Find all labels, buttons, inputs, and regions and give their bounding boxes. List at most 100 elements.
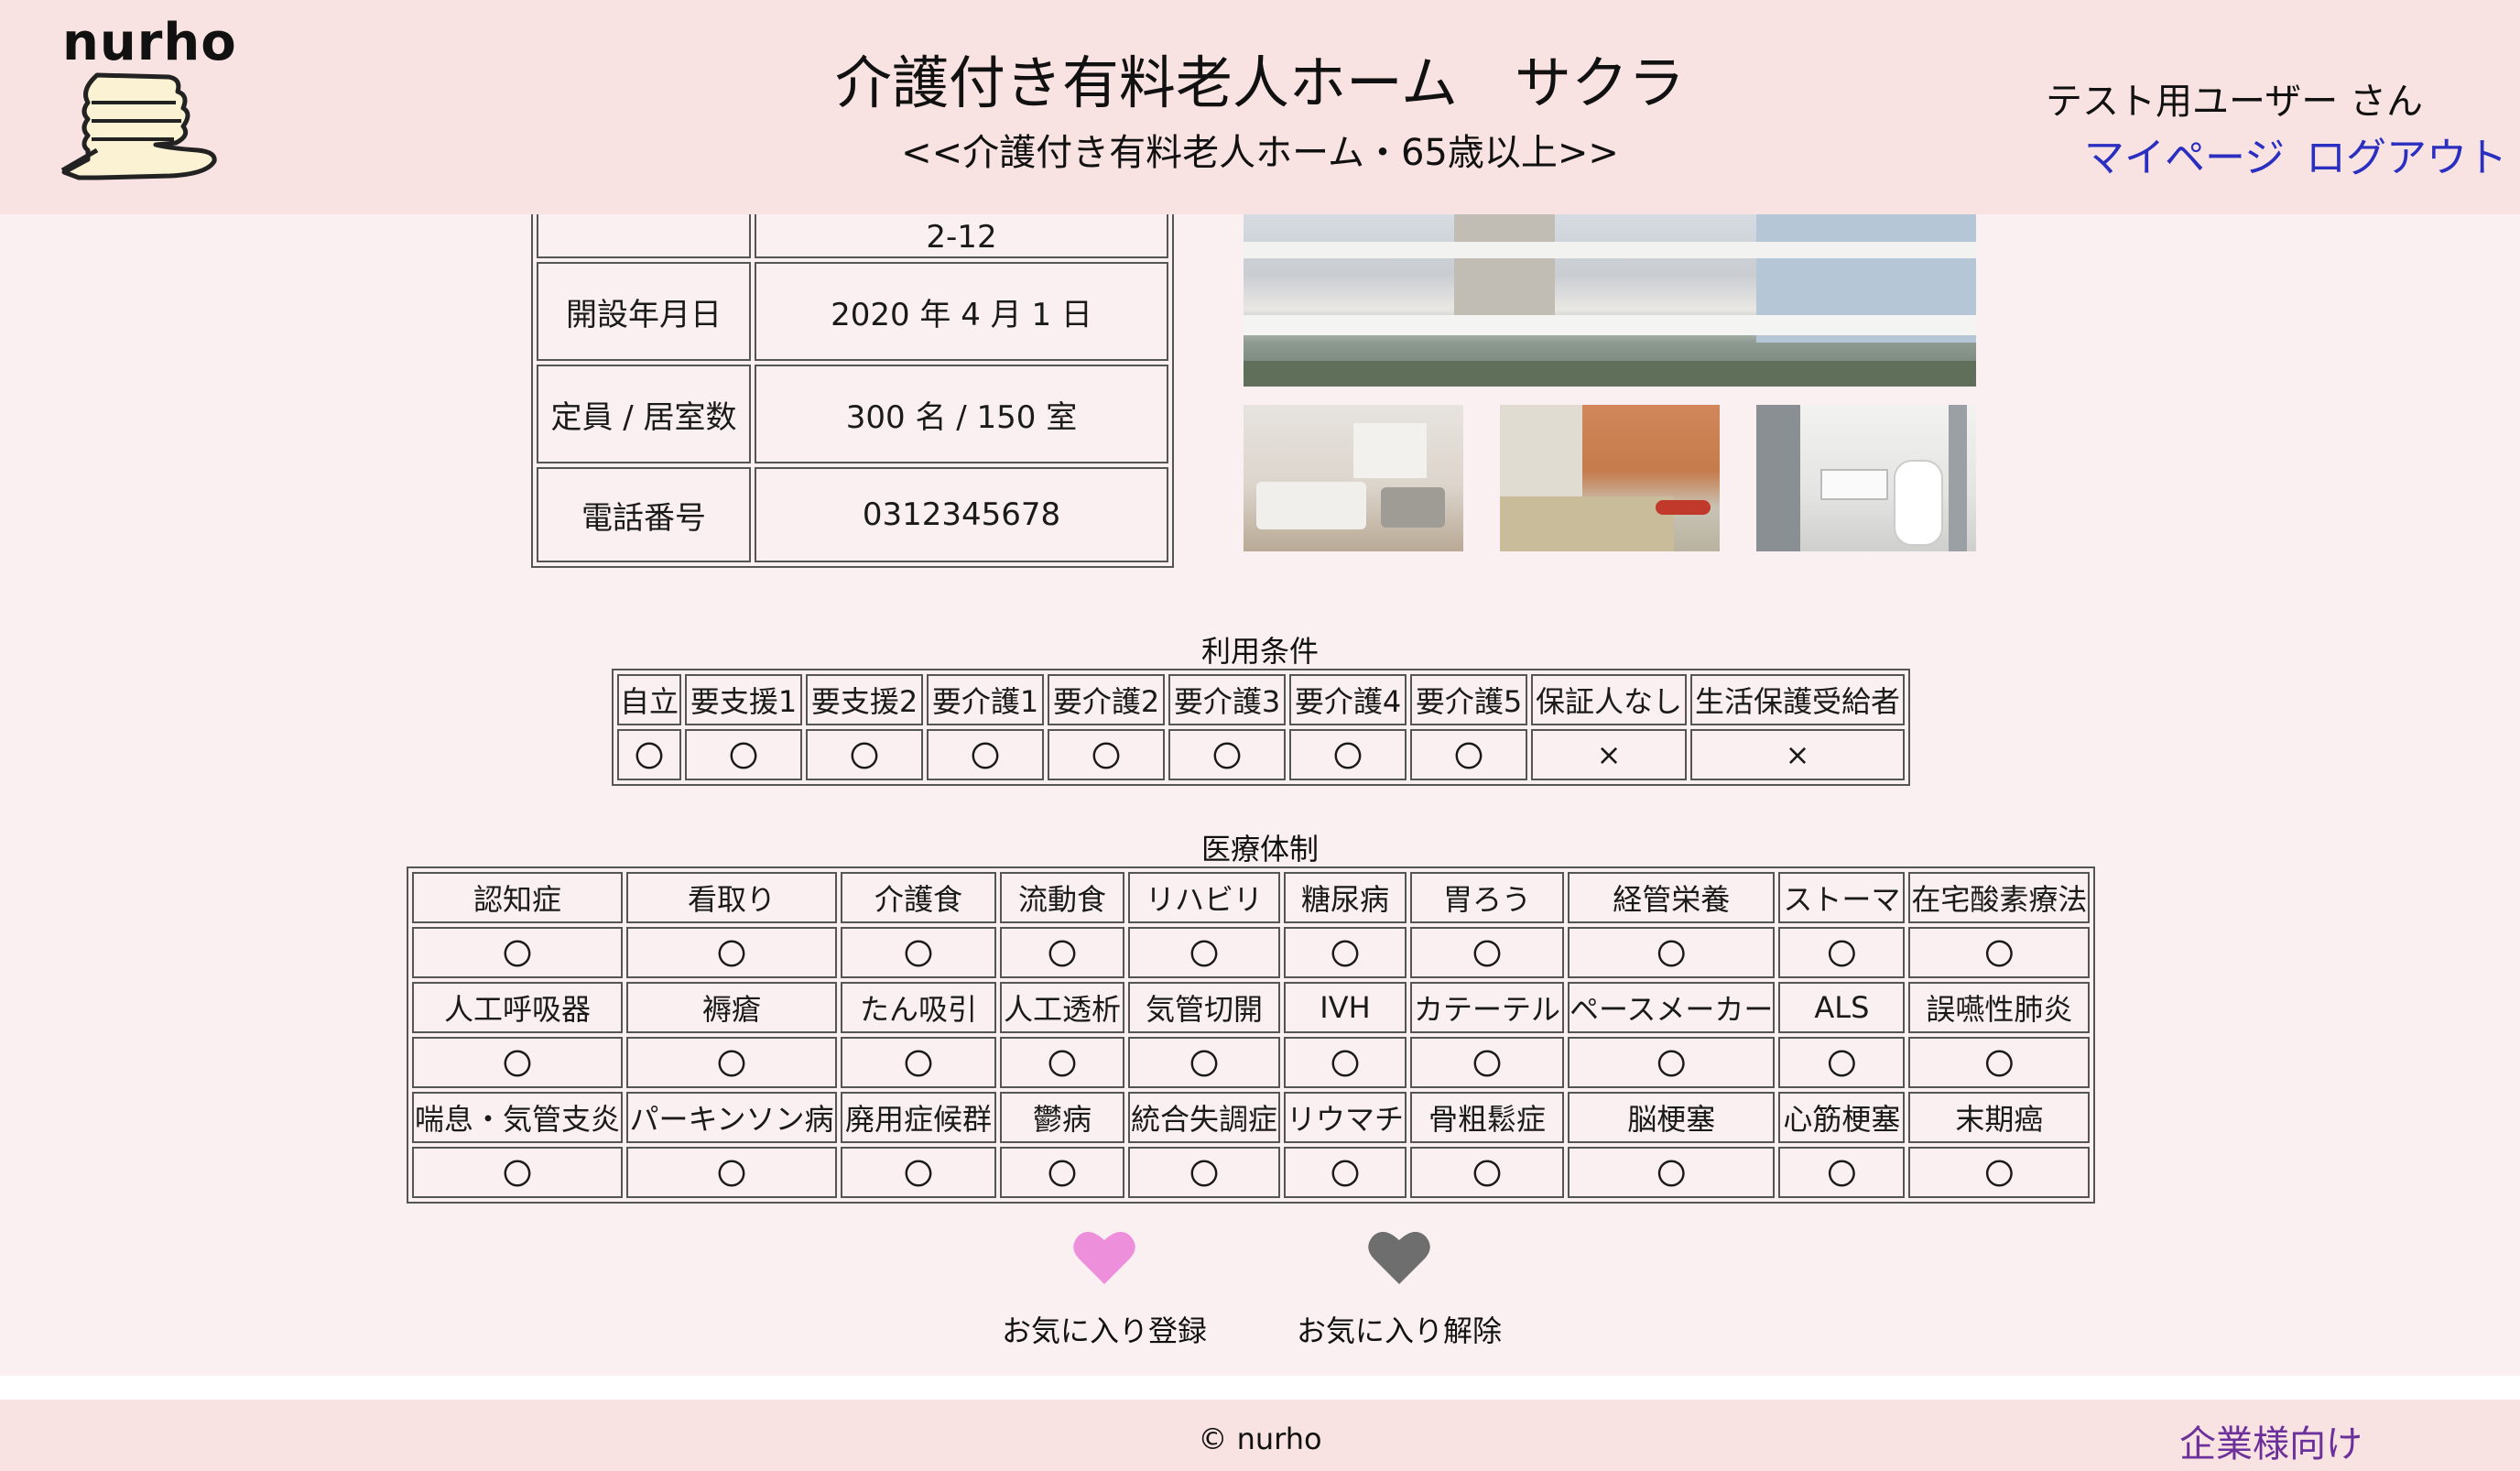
medical-value-cell: 〇	[412, 1037, 623, 1088]
medical-header-cell: 気管切開	[1128, 982, 1280, 1033]
usage-header-cell: 生活保護受給者	[1690, 674, 1905, 725]
medical-header-cell: 人工呼吸器	[412, 982, 623, 1033]
add-favorite-label: お気に入り登録	[1001, 1313, 1207, 1348]
info-value: 300 名 / 150 室	[755, 365, 1168, 463]
medical-value-cell: 〇	[626, 927, 837, 978]
medical-value-cell: 〇	[626, 1037, 837, 1088]
usage-value-cell: 〇	[685, 729, 802, 780]
medical-value-cell: 〇	[1568, 1147, 1776, 1198]
medical-header-cell: 褥瘡	[626, 982, 837, 1033]
medical-header-cell: 胃ろう	[1410, 872, 1564, 923]
medical-value-cell: 〇	[1908, 1147, 2091, 1198]
medical-header-cell: パーキンソン病	[626, 1092, 837, 1143]
usage-value-cell: 〇	[1048, 729, 1165, 780]
medical-header-cell: 統合失調症	[1128, 1092, 1280, 1143]
medical-header-cell: 流動食	[1000, 872, 1124, 923]
usage-value-cell: 〇	[1168, 729, 1286, 780]
info-row: 定員 / 居室数 300 名 / 150 室	[537, 365, 1168, 463]
medical-header-cell: 糖尿病	[1284, 872, 1407, 923]
usage-header-cell: 要支援1	[685, 674, 802, 725]
info-row: 開設年月日 2020 年 4 月 1 日	[537, 262, 1168, 361]
medical-header-cell: 骨粗鬆症	[1410, 1092, 1564, 1143]
toilet-photo[interactable]	[1756, 405, 1976, 551]
medical-system-table: 認知症 看取り 介護食 流動食 リハビリ 糖尿病 胃ろう 経管栄養 ストーマ 在…	[407, 866, 2096, 1204]
user-greeting: テスト用ユーザー さん	[2046, 81, 2423, 123]
medical-value-row: 〇 〇 〇 〇 〇 〇 〇 〇 〇 〇	[412, 927, 2091, 978]
usage-header-cell: 保証人なし	[1531, 674, 1687, 725]
medical-value-row: 〇 〇 〇 〇 〇 〇 〇 〇 〇 〇	[412, 1147, 2091, 1198]
medical-value-cell: 〇	[412, 1147, 623, 1198]
medical-header-cell: 廃用症候群	[841, 1092, 996, 1143]
usage-conditions-title: 利用条件	[1200, 634, 1319, 669]
usage-conditions-table: 自立 要支援1 要支援2 要介護1 要介護2 要介護3 要介護4 要介護5 保証…	[612, 669, 1910, 786]
medical-header-cell: 介護食	[841, 872, 996, 923]
medical-header-cell: ALS	[1778, 982, 1906, 1033]
medical-header-cell: 認知症	[412, 872, 623, 923]
medical-value-cell: 〇	[1568, 927, 1776, 978]
medical-header-cell: 経管栄養	[1568, 872, 1776, 923]
bath-photo[interactable]	[1500, 405, 1720, 551]
usage-value-cell: 〇	[617, 729, 681, 780]
medical-value-row: 〇 〇 〇 〇 〇 〇 〇 〇 〇 〇	[412, 1037, 2091, 1088]
usage-value-cell: 〇	[1289, 729, 1407, 780]
usage-value-cell: ×	[1690, 729, 1905, 780]
medical-header-cell: リハビリ	[1128, 872, 1280, 923]
medical-value-cell: 〇	[1284, 1147, 1407, 1198]
usage-value-cell: 〇	[806, 729, 923, 780]
usage-header-row: 自立 要支援1 要支援2 要介護1 要介護2 要介護3 要介護4 要介護5 保証…	[617, 674, 1905, 725]
medical-header-cell: 脳梗塞	[1568, 1092, 1776, 1143]
info-value: 2020 年 4 月 1 日	[755, 262, 1168, 361]
add-favorite-button[interactable]: お気に入り登録	[994, 1227, 1214, 1350]
medical-value-cell: 〇	[412, 927, 623, 978]
usage-value-cell: 〇	[1410, 729, 1527, 780]
usage-header-cell: 要介護4	[1289, 674, 1407, 725]
medical-header-row: 人工呼吸器 褥瘡 たん吸引 人工透析 気管切開 IVH カテーテル ペースメーカ…	[412, 982, 2091, 1033]
logout-link[interactable]: ログアウト	[2306, 125, 2507, 183]
medical-value-cell: 〇	[1908, 927, 2091, 978]
remove-favorite-label: お気に入り解除	[1296, 1313, 1502, 1348]
remove-favorite-button[interactable]: お気に入り解除	[1289, 1227, 1509, 1350]
medical-value-cell: 〇	[1778, 1147, 1906, 1198]
info-value: 0312345678	[755, 467, 1168, 562]
medical-value-cell: 〇	[626, 1147, 837, 1198]
heart-pink-icon[interactable]	[1072, 1227, 1136, 1286]
usage-header-cell: 要支援2	[806, 674, 923, 725]
info-label: 開設年月日	[537, 262, 751, 361]
info-label: 電話番号	[537, 467, 751, 562]
medical-header-cell: ストーマ	[1778, 872, 1906, 923]
building-exterior-photo[interactable]	[1244, 214, 1976, 387]
mypage-link[interactable]: マイページ	[2084, 125, 2285, 183]
medical-header-cell: 人工透析	[1000, 982, 1124, 1033]
medical-header-cell: リウマチ	[1284, 1092, 1407, 1143]
usage-header-cell: 要介護1	[927, 674, 1044, 725]
medical-value-cell: 〇	[1908, 1037, 2091, 1088]
medical-value-cell: 〇	[1000, 1147, 1124, 1198]
medical-value-cell: 〇	[841, 1037, 996, 1088]
footer-divider	[0, 1376, 2520, 1400]
usage-header-cell: 要介護2	[1048, 674, 1165, 725]
medical-header-cell: 看取り	[626, 872, 837, 923]
room-photo[interactable]	[1244, 405, 1463, 551]
medical-system-title: 医療体制	[1200, 832, 1319, 866]
medical-header-cell: 在宅酸素療法	[1908, 872, 2091, 923]
corporate-link[interactable]: 企業様向け	[2179, 1414, 2362, 1467]
medical-header-row: 喘息・気管支炎 パーキンソン病 廃用症候群 鬱病 統合失調症 リウマチ 骨粗鬆症…	[412, 1092, 2091, 1143]
heart-gray-icon[interactable]	[1367, 1227, 1431, 1286]
medical-header-cell: たん吸引	[841, 982, 996, 1033]
medical-header-cell: 末期癌	[1908, 1092, 2091, 1143]
medical-value-cell: 〇	[1128, 1147, 1280, 1198]
medical-value-cell: 〇	[1410, 1147, 1564, 1198]
info-label: 定員 / 居室数	[537, 365, 751, 463]
usage-header-cell: 要介護3	[1168, 674, 1286, 725]
medical-header-cell: 鬱病	[1000, 1092, 1124, 1143]
medical-value-cell: 〇	[1284, 927, 1407, 978]
medical-header-cell: ペースメーカー	[1568, 982, 1776, 1033]
medical-header-cell: カテーテル	[1410, 982, 1564, 1033]
usage-value-cell: 〇	[927, 729, 1044, 780]
usage-value-cell: ×	[1531, 729, 1687, 780]
medical-value-cell: 〇	[1778, 1037, 1906, 1088]
usage-value-row: 〇 〇 〇 〇 〇 〇 〇 〇 × ×	[617, 729, 1905, 780]
medical-value-cell: 〇	[1128, 1037, 1280, 1088]
medical-header-cell: 誤嚥性肺炎	[1908, 982, 2091, 1033]
medical-header-row: 認知症 看取り 介護食 流動食 リハビリ 糖尿病 胃ろう 経管栄養 ストーマ 在…	[412, 872, 2091, 923]
